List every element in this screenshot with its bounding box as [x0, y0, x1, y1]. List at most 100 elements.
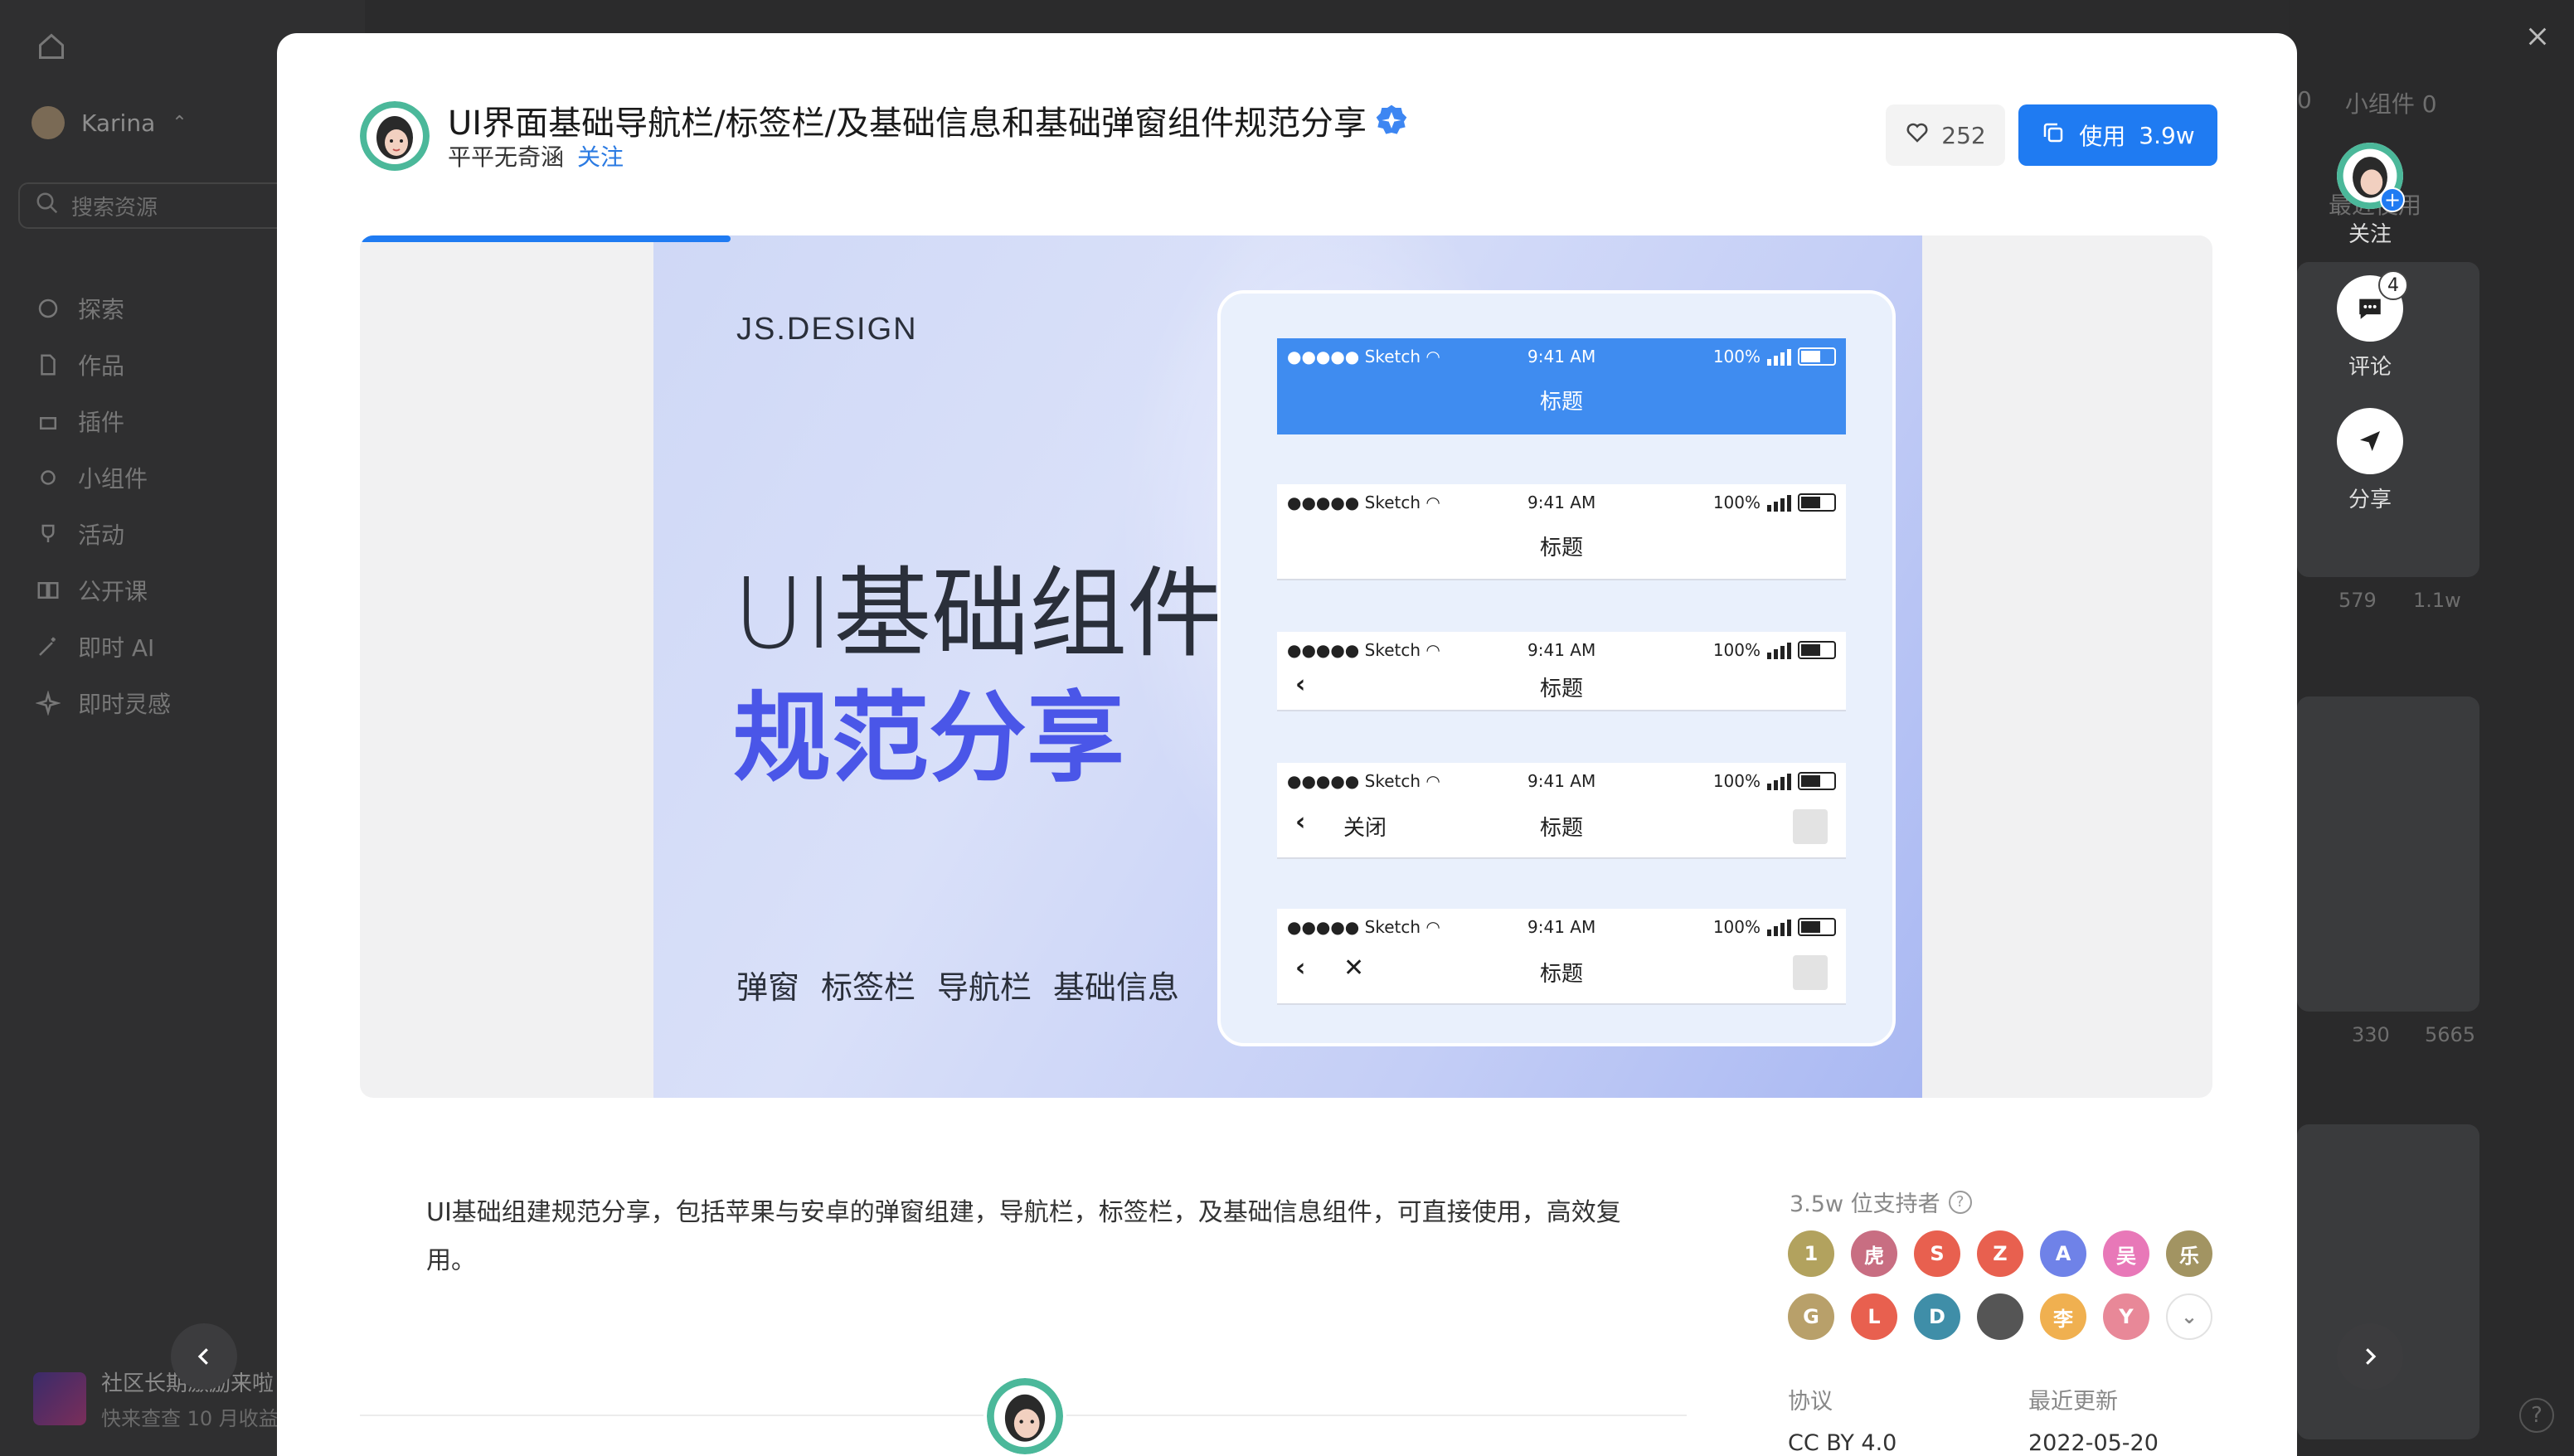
promo-subtitle: 快来查查 10 月收益: [101, 1407, 279, 1430]
heart-icon: [1905, 120, 1930, 151]
navbar-samples-panel: ●●●●● Sketch ◠ 9:41 AM 100% 标题 ●●●●● Ske…: [1217, 290, 1896, 1046]
home-icon[interactable]: [36, 32, 66, 61]
sidebar-item-label: 活动: [78, 522, 125, 549]
follow-action[interactable]: + 关注: [2337, 143, 2405, 248]
supporter-avatar[interactable]: 乐: [2166, 1230, 2212, 1277]
comment-count-badge: 4: [2378, 270, 2408, 300]
sidebar-item-events[interactable]: 活动: [35, 506, 171, 562]
like-button[interactable]: 252: [1886, 104, 2005, 166]
comment-button[interactable]: 4: [2337, 270, 2408, 342]
copy-icon: [2041, 120, 2066, 151]
follow-label: 关注: [2348, 222, 2392, 247]
updated-label: 最近更新: [2028, 1389, 2118, 1415]
chevron-updown-icon: ⌃: [172, 112, 187, 133]
supporter-avatar[interactable]: Z: [1977, 1230, 2023, 1277]
battery-icon: [1798, 641, 1836, 659]
next-button[interactable]: [2337, 1323, 2403, 1390]
plugin-icon: [35, 408, 61, 434]
battery-icon: [1798, 493, 1836, 512]
share-label: 分享: [2348, 488, 2392, 512]
preview-carousel[interactable]: JS.DESIGN UI基础组件 规范分享 弹窗 标签栏 导航栏 基础信息 ●●…: [360, 235, 2212, 1098]
cover-tag: 导航栏: [937, 969, 1032, 1006]
supporter-avatar[interactable]: [1977, 1293, 2023, 1340]
cover-tag: 基础信息: [1053, 969, 1180, 1006]
supporter-avatar[interactable]: 虎: [1851, 1230, 1897, 1277]
supporter-avatar[interactable]: 1: [1788, 1230, 1834, 1277]
search-icon: [35, 191, 60, 221]
follow-avatar[interactable]: +: [2337, 143, 2405, 212]
book-icon: [35, 577, 61, 604]
author-name[interactable]: 平平无奇涵: [448, 139, 564, 172]
cover-heading-line1: UI基础组件: [733, 556, 1226, 671]
status-bar: ●●●●● Sketch ◠ 9:41 AM 100%: [1287, 640, 1836, 660]
prev-button[interactable]: [171, 1323, 237, 1390]
author-row: 平平无奇涵 关注: [448, 139, 624, 172]
signal-icon: [1767, 641, 1791, 659]
sidebar-item-label: 公开课: [78, 578, 148, 605]
use-label: 使用: [2079, 123, 2126, 150]
comment-icon: [2359, 298, 2381, 319]
follow-link[interactable]: 关注: [577, 139, 624, 172]
use-button[interactable]: 使用 3.9w: [2018, 104, 2217, 166]
supporter-avatar[interactable]: A: [2040, 1230, 2086, 1277]
supporter-avatar[interactable]: 吴: [2103, 1230, 2149, 1277]
background-card-likes: 330: [2352, 1023, 2390, 1046]
supporter-avatar[interactable]: 李: [2040, 1293, 2086, 1340]
carousel-progress-fill: [360, 235, 731, 242]
supporter-avatar[interactable]: L: [1851, 1293, 1897, 1340]
send-icon: [2360, 431, 2380, 451]
cover-heading-line2: 规范分享: [733, 681, 1125, 795]
sidebar-item-plugins[interactable]: 插件: [35, 393, 171, 449]
help-button[interactable]: ?: [2519, 1398, 2554, 1433]
placeholder-square: [1793, 809, 1828, 844]
author-avatar-bottom[interactable]: [983, 1375, 1066, 1456]
tab-count[interactable]: 0: [2297, 86, 2312, 119]
navbar-title: 标题: [1539, 536, 1583, 561]
status-bar: ●●●●● Sketch ◠ 9:41 AM 100%: [1287, 347, 1836, 366]
sidebar-item-works[interactable]: 作品: [35, 337, 171, 393]
sidebar-nav: 探索 作品 插件 小组件 活动 公开课 即时 AI 即时灵感: [35, 280, 171, 731]
author-avatar[interactable]: [360, 101, 430, 171]
placeholder-square: [1793, 955, 1828, 990]
sidebar-item-ai[interactable]: 即时 AI: [35, 619, 171, 675]
supporter-avatar[interactable]: Y: [2103, 1293, 2149, 1340]
navbar-title: 标题: [1539, 390, 1583, 415]
supporter-avatar[interactable]: D: [1914, 1293, 1960, 1340]
like-count: 252: [1941, 121, 1986, 149]
status-bar: ●●●●● Sketch ◠ 9:41 AM 100%: [1287, 771, 1836, 791]
background-card-uses: 5665: [2425, 1023, 2476, 1046]
promo-banner[interactable]: 社区长期激励来啦 快来查查 10 月收益: [33, 1366, 279, 1431]
status-bar: ●●●●● Sketch ◠ 9:41 AM 100%: [1287, 917, 1836, 937]
license-value[interactable]: CC BY 4.0: [1788, 1430, 1897, 1456]
chevron-down-icon[interactable]: ⌄: [2166, 1293, 2212, 1340]
close-icon[interactable]: [2521, 20, 2554, 53]
supporter-avatar[interactable]: G: [1788, 1293, 1834, 1340]
supporters-title: 3.5w 位支持者 ?: [1790, 1186, 1972, 1218]
share-action[interactable]: 分享: [2337, 408, 2403, 513]
background-card-likes: 579: [2338, 589, 2377, 612]
resource-title: UI界面基础导航栏/标签栏/及基础信息和基础弹窗组件规范分享: [448, 104, 1367, 143]
sidebar-item-courses[interactable]: 公开课: [35, 562, 171, 619]
signal-icon: [1767, 918, 1791, 936]
comment-action[interactable]: 4 评论: [2337, 270, 2408, 381]
user-switcher[interactable]: Karina ⌃: [32, 106, 187, 139]
supporters-grid: 1 虎 S Z A 吴乐 G L D 李 Y ⌄: [1788, 1230, 2252, 1340]
background-card[interactable]: [2297, 696, 2479, 1012]
cover-tag: 弹窗: [736, 969, 800, 1006]
status-bar: ●●●●● Sketch ◠ 9:41 AM 100%: [1287, 493, 1836, 512]
share-button[interactable]: [2337, 408, 2403, 474]
sidebar-item-inspiration[interactable]: 即时灵感: [35, 675, 171, 731]
cover-image: JS.DESIGN UI基础组件 规范分享 弹窗 标签栏 导航栏 基础信息 ●●…: [653, 235, 1922, 1098]
question-icon[interactable]: ?: [1948, 1190, 1972, 1214]
supporter-avatar[interactable]: S: [1914, 1230, 1960, 1277]
resource-detail-modal: UI界面基础导航栏/标签栏/及基础信息和基础弹窗组件规范分享 平平无奇涵 关注 …: [277, 33, 2297, 1456]
sidebar-item-widgets[interactable]: 小组件: [35, 449, 171, 506]
tab-widgets[interactable]: 小组件 0: [2345, 86, 2437, 119]
supporters-count: 3.5w 位支持者: [1790, 1191, 1940, 1217]
navbar-title: 标题: [1539, 677, 1583, 701]
widget-icon: [35, 464, 61, 491]
comment-label: 评论: [2348, 355, 2392, 380]
sidebar-item-explore[interactable]: 探索: [35, 280, 171, 337]
navbar-sample-plain: ●●●●● Sketch ◠ 9:41 AM 100% 标题: [1277, 484, 1846, 580]
background-card[interactable]: [2297, 1124, 2479, 1439]
